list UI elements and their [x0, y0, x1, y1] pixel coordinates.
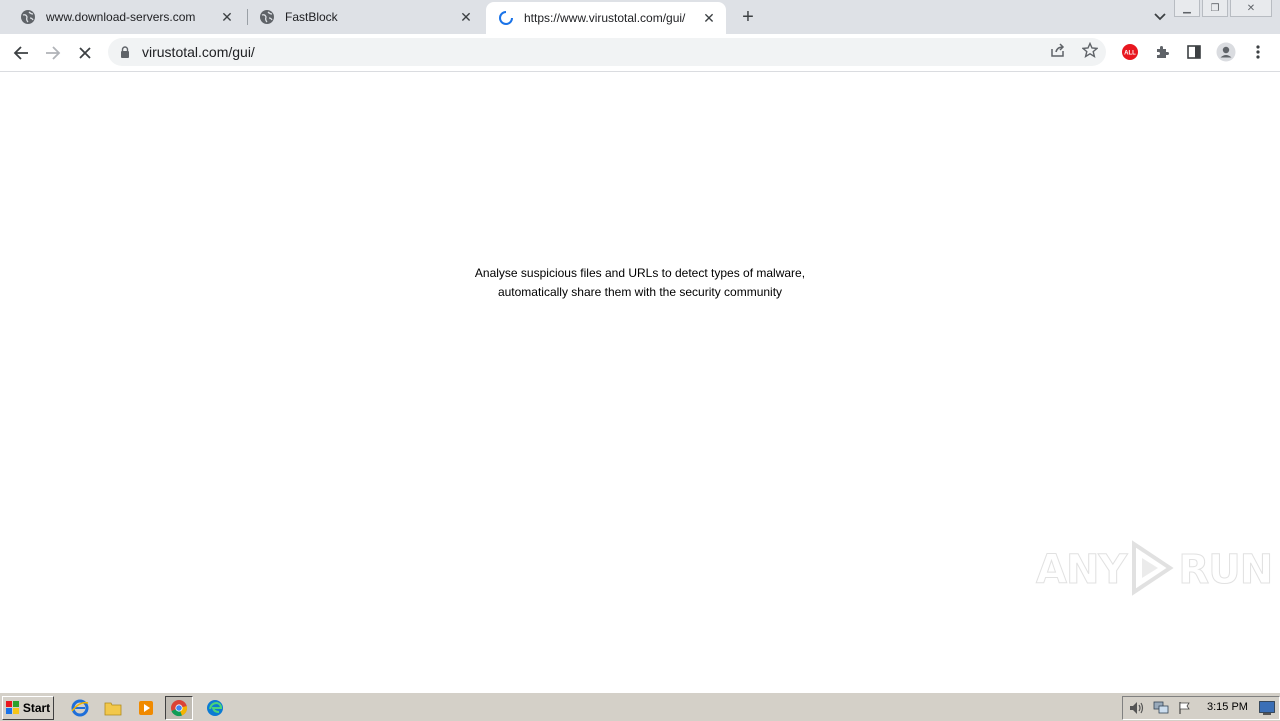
- windows-taskbar: Start 3:15 PM: [0, 692, 1280, 721]
- globe-icon: [20, 9, 36, 25]
- minimize-icon[interactable]: ▁: [1174, 0, 1200, 17]
- url-text[interactable]: virustotal.com/gui/: [142, 44, 255, 60]
- page-tagline: Analyse suspicious files and URLs to det…: [340, 264, 940, 302]
- tab-download-servers[interactable]: www.download-servers.com ✕: [0, 0, 244, 34]
- start-button[interactable]: Start: [2, 696, 54, 720]
- network-icon[interactable]: [1153, 700, 1169, 716]
- new-tab-button[interactable]: +: [736, 6, 760, 28]
- tab-title: www.download-servers.com: [46, 10, 196, 24]
- watermark-text-left: ANY: [1035, 547, 1127, 594]
- forward-button[interactable]: [40, 40, 66, 66]
- globe-icon: [259, 9, 275, 25]
- loading-spinner-icon: [498, 10, 514, 26]
- tab-title: FastBlock: [285, 10, 338, 24]
- start-label: Start: [22, 701, 51, 715]
- play-logo-icon: [1130, 539, 1175, 601]
- clock[interactable]: 3:15 PM: [1207, 701, 1248, 713]
- windows-logo-icon: [5, 701, 20, 715]
- extensions-puzzle-icon[interactable]: [1152, 42, 1172, 62]
- tagline-line-1: Analyse suspicious files and URLs to det…: [474, 266, 806, 280]
- window-controls: ▁ ❐ ✕: [1174, 0, 1272, 17]
- volume-icon[interactable]: [1129, 700, 1145, 716]
- close-tab-icon[interactable]: ✕: [700, 9, 718, 27]
- media-player-icon[interactable]: [136, 698, 156, 718]
- show-desktop-icon[interactable]: [1259, 700, 1275, 716]
- action-center-flag-icon[interactable]: [1177, 700, 1193, 716]
- restore-icon[interactable]: ❐: [1202, 0, 1228, 17]
- close-tab-icon[interactable]: ✕: [218, 8, 236, 26]
- lock-icon[interactable]: [120, 46, 134, 58]
- stop-loading-button[interactable]: [72, 40, 98, 66]
- tab-strip: www.download-servers.com ✕ FastBlock ✕ h…: [0, 0, 1280, 34]
- tab-fastblock[interactable]: FastBlock ✕: [239, 0, 483, 34]
- svg-text:ALL: ALL: [1124, 51, 1136, 57]
- side-panel-icon[interactable]: [1184, 42, 1204, 62]
- system-tray: 3:15 PM: [1122, 696, 1280, 720]
- profile-avatar-icon[interactable]: [1216, 42, 1236, 62]
- back-button[interactable]: [8, 40, 34, 66]
- watermark-text-right: RUN: [1178, 547, 1274, 594]
- tab-search-chevron-icon[interactable]: [1150, 7, 1170, 27]
- close-tab-icon[interactable]: ✕: [457, 8, 475, 26]
- share-icon[interactable]: [1048, 40, 1068, 60]
- internet-explorer-icon[interactable]: [70, 698, 90, 718]
- close-window-icon[interactable]: ✕: [1230, 0, 1272, 17]
- tab-title: https://www.virustotal.com/gui/: [524, 11, 686, 25]
- address-bar[interactable]: virustotal.com/gui/: [108, 38, 1106, 66]
- browser-toolbar: virustotal.com/gui/ ALL: [0, 34, 1280, 72]
- chrome-taskbar-icon[interactable]: [165, 696, 193, 720]
- tab-virustotal[interactable]: https://www.virustotal.com/gui/ ✕: [486, 2, 726, 34]
- adblock-extension-icon[interactable]: ALL: [1120, 42, 1140, 62]
- bookmark-star-icon[interactable]: [1080, 40, 1100, 60]
- tagline-line-2: automatically share them with the securi…: [497, 285, 783, 299]
- edge-icon[interactable]: [205, 698, 225, 718]
- menu-kebab-icon[interactable]: [1248, 42, 1268, 62]
- file-explorer-icon[interactable]: [103, 698, 123, 718]
- anyrun-watermark: ANY RUN: [1035, 539, 1274, 601]
